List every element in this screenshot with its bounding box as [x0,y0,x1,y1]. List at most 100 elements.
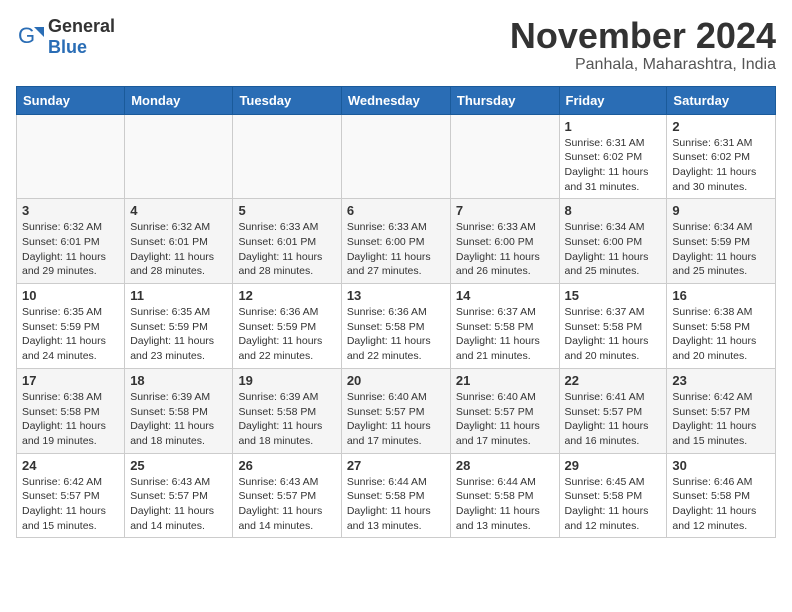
calendar-cell: 26Sunrise: 6:43 AMSunset: 5:57 PMDayligh… [233,453,341,538]
day-number: 19 [238,373,335,388]
weekday-header: Sunday [17,86,125,114]
calendar-cell: 12Sunrise: 6:36 AMSunset: 5:59 PMDayligh… [233,284,341,369]
day-number: 29 [565,458,662,473]
calendar-cell: 9 Sunrise: 6:34 AMSunset: 5:59 PMDaylight… [667,199,776,284]
calendar-cell: 29 Sunrise: 6:45 AMSunset: 5:58 PMDayligh… [559,453,667,538]
day-info: Sunrise: 6:35 AMSunset: 5:59 PMDaylight:… [130,305,227,364]
calendar-cell: 17 Sunrise: 6:38 AMSunset: 5:58 PMDayligh… [17,368,125,453]
calendar-week-row: 3 Sunrise: 6:32 AMSunset: 6:01 PMDaylight… [17,199,776,284]
day-info: Sunrise: 6:39 AMSunset: 5:58 PMDaylight:… [238,390,335,449]
calendar-cell [233,114,341,199]
page-header: G General Blue November 2024 Panhala, Ma… [16,16,776,74]
location-subtitle: Panhala, Maharashtra, India [510,56,776,74]
day-info: Sunrise: 6:35 AMSunset: 5:59 PMDaylight:… [22,305,119,364]
day-info: Sunrise: 6:38 AMSunset: 5:58 PMDaylight:… [22,390,119,449]
day-number: 10 [22,288,119,303]
day-info: Sunrise: 6:32 AMSunset: 6:01 PMDaylight:… [130,220,227,279]
day-info: Sunrise: 6:33 AMSunset: 6:00 PMDaylight:… [456,220,554,279]
month-title: November 2024 [510,16,776,56]
day-number: 15 [565,288,662,303]
calendar-cell: 1 Sunrise: 6:31 AMSunset: 6:02 PMDaylight… [559,114,667,199]
day-number: 9 [672,203,770,218]
day-number: 11 [130,288,227,303]
calendar-header-row: SundayMondayTuesdayWednesdayThursdayFrid… [17,86,776,114]
calendar-cell: 14 Sunrise: 6:37 AMSunset: 5:58 PMDayligh… [450,284,559,369]
calendar-cell: 8Sunrise: 6:34 AMSunset: 6:00 PMDaylight… [559,199,667,284]
day-info: Sunrise: 6:42 AMSunset: 5:57 PMDaylight:… [22,475,119,534]
day-info: Sunrise: 6:40 AMSunset: 5:57 PMDaylight:… [456,390,554,449]
day-number: 27 [347,458,445,473]
day-info: Sunrise: 6:40 AMSunset: 5:57 PMDaylight:… [347,390,445,449]
day-number: 23 [672,373,770,388]
day-number: 30 [672,458,770,473]
calendar-cell: 27 Sunrise: 6:44 AMSunset: 5:58 PMDayligh… [341,453,450,538]
day-number: 6 [347,203,445,218]
day-info: Sunrise: 6:37 AMSunset: 5:58 PMDaylight:… [456,305,554,364]
calendar-cell: 3 Sunrise: 6:32 AMSunset: 6:01 PMDaylight… [17,199,125,284]
day-number: 24 [22,458,119,473]
logo-text-blue: Blue [48,37,87,57]
day-number: 7 [456,203,554,218]
calendar-cell: 15Sunrise: 6:37 AMSunset: 5:58 PMDayligh… [559,284,667,369]
day-info: Sunrise: 6:32 AMSunset: 6:01 PMDaylight:… [22,220,119,279]
calendar-cell: 18Sunrise: 6:39 AMSunset: 5:58 PMDayligh… [125,368,233,453]
logo-text-general: General [48,16,115,36]
day-number: 2 [672,119,770,134]
day-info: Sunrise: 6:38 AMSunset: 5:58 PMDaylight:… [672,305,770,364]
day-number: 4 [130,203,227,218]
calendar-cell: 23 Sunrise: 6:42 AMSunset: 5:57 PMDayligh… [667,368,776,453]
day-number: 1 [565,119,662,134]
day-info: Sunrise: 6:33 AMSunset: 6:00 PMDaylight:… [347,220,445,279]
day-number: 18 [130,373,227,388]
day-info: Sunrise: 6:31 AMSunset: 6:02 PMDaylight:… [565,136,662,195]
day-number: 21 [456,373,554,388]
day-number: 26 [238,458,335,473]
calendar-cell: 21 Sunrise: 6:40 AMSunset: 5:57 PMDayligh… [450,368,559,453]
weekday-header: Saturday [667,86,776,114]
day-info: Sunrise: 6:44 AMSunset: 5:58 PMDaylight:… [456,475,554,534]
calendar-cell [125,114,233,199]
day-info: Sunrise: 6:45 AMSunset: 5:58 PMDaylight:… [565,475,662,534]
calendar-cell: 25Sunrise: 6:43 AMSunset: 5:57 PMDayligh… [125,453,233,538]
calendar-cell: 6 Sunrise: 6:33 AMSunset: 6:00 PMDaylight… [341,199,450,284]
calendar-cell: 5 Sunrise: 6:33 AMSunset: 6:01 PMDaylight… [233,199,341,284]
weekday-header: Monday [125,86,233,114]
day-info: Sunrise: 6:41 AMSunset: 5:57 PMDaylight:… [565,390,662,449]
day-number: 22 [565,373,662,388]
calendar-cell: 20 Sunrise: 6:40 AMSunset: 5:57 PMDayligh… [341,368,450,453]
day-number: 5 [238,203,335,218]
calendar-cell: 2Sunrise: 6:31 AMSunset: 6:02 PMDaylight… [667,114,776,199]
day-number: 13 [347,288,445,303]
calendar-week-row: 10 Sunrise: 6:35 AMSunset: 5:59 PMDayligh… [17,284,776,369]
calendar-cell: 28 Sunrise: 6:44 AMSunset: 5:58 PMDayligh… [450,453,559,538]
day-number: 28 [456,458,554,473]
calendar-week-row: 1 Sunrise: 6:31 AMSunset: 6:02 PMDaylight… [17,114,776,199]
calendar-cell: 16Sunrise: 6:38 AMSunset: 5:58 PMDayligh… [667,284,776,369]
day-number: 20 [347,373,445,388]
calendar-week-row: 17 Sunrise: 6:38 AMSunset: 5:58 PMDayligh… [17,368,776,453]
calendar-cell: 13 Sunrise: 6:36 AMSunset: 5:58 PMDayligh… [341,284,450,369]
calendar-cell: 11 Sunrise: 6:35 AMSunset: 5:59 PMDayligh… [125,284,233,369]
weekday-header: Tuesday [233,86,341,114]
day-info: Sunrise: 6:36 AMSunset: 5:58 PMDaylight:… [347,305,445,364]
calendar-cell [341,114,450,199]
weekday-header: Thursday [450,86,559,114]
day-info: Sunrise: 6:42 AMSunset: 5:57 PMDaylight:… [672,390,770,449]
day-info: Sunrise: 6:34 AMSunset: 6:00 PMDaylight:… [565,220,662,279]
weekday-header: Wednesday [341,86,450,114]
day-info: Sunrise: 6:34 AMSunset: 5:59 PMDaylight:… [672,220,770,279]
logo-icon: G [16,23,44,51]
title-block: November 2024 Panhala, Maharashtra, Indi… [510,16,776,74]
day-info: Sunrise: 6:44 AMSunset: 5:58 PMDaylight:… [347,475,445,534]
calendar-cell: 19 Sunrise: 6:39 AMSunset: 5:58 PMDayligh… [233,368,341,453]
calendar-cell: 24 Sunrise: 6:42 AMSunset: 5:57 PMDayligh… [17,453,125,538]
calendar-week-row: 24 Sunrise: 6:42 AMSunset: 5:57 PMDayligh… [17,453,776,538]
calendar-cell [450,114,559,199]
weekday-header: Friday [559,86,667,114]
day-number: 3 [22,203,119,218]
day-info: Sunrise: 6:33 AMSunset: 6:01 PMDaylight:… [238,220,335,279]
calendar-cell [17,114,125,199]
day-number: 14 [456,288,554,303]
day-number: 25 [130,458,227,473]
day-number: 17 [22,373,119,388]
